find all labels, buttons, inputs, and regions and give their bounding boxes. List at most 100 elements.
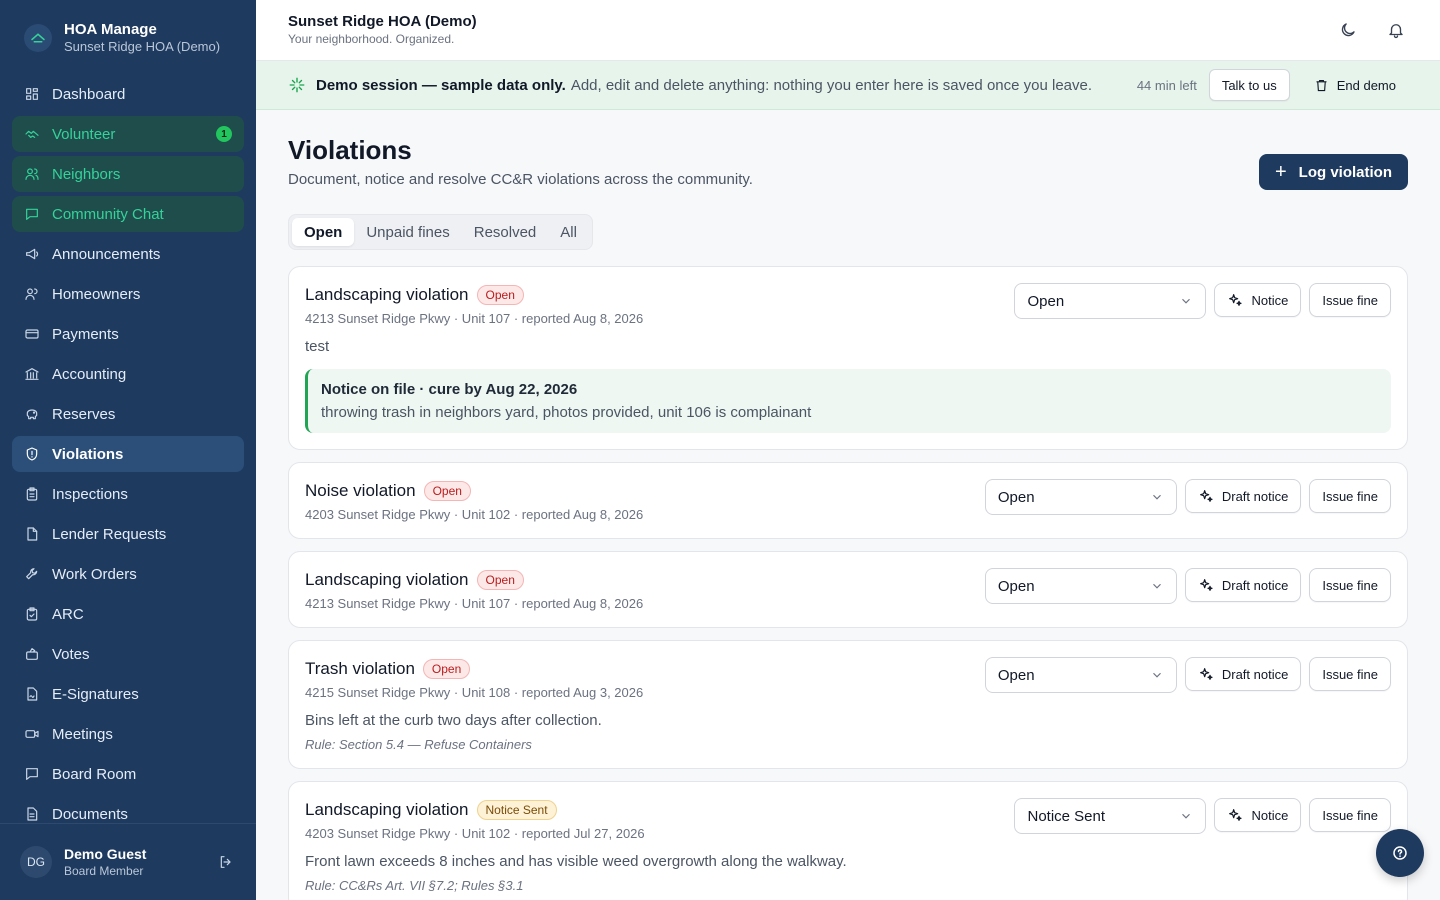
- logout-icon[interactable]: [216, 852, 236, 872]
- sidebar-item-lender-requests[interactable]: Lender Requests: [12, 516, 244, 552]
- sidebar-item-label: Neighbors: [52, 165, 121, 183]
- sidebar-item-meetings[interactable]: Meetings: [12, 716, 244, 752]
- status-select[interactable]: Open: [984, 479, 1177, 515]
- status-select-value: Open: [1027, 292, 1065, 310]
- status-select-value: Notice Sent: [1027, 807, 1106, 825]
- header-subtitle: Your neighborhood. Organized.: [288, 32, 455, 46]
- draft-notice-button[interactable]: Draft notice: [1184, 657, 1302, 691]
- issue-fine-button[interactable]: Issue fine: [1309, 798, 1391, 832]
- tab-open[interactable]: Open: [292, 218, 355, 246]
- document-icon: [24, 806, 40, 822]
- bell-icon[interactable]: [1384, 18, 1408, 42]
- log-violation-button[interactable]: + Log violation: [1258, 154, 1408, 190]
- violation-description: Bins left at the curb two days after col…: [305, 712, 602, 729]
- status-select[interactable]: Open: [984, 568, 1177, 604]
- sidebar-item-label: Announcements: [52, 245, 161, 263]
- sidebar-item-label: Reserves: [52, 405, 116, 423]
- sidebar-item-work-orders[interactable]: Work Orders: [12, 556, 244, 592]
- violation-card: Landscaping violation Notice Sent 4203 S…: [288, 781, 1408, 900]
- end-demo-button[interactable]: End demo: [1302, 69, 1408, 101]
- ballot-icon: [24, 646, 40, 662]
- sidebar-item-label: Community Chat: [52, 205, 164, 223]
- violation-meta: 4213 Sunset Ridge Pkwy · Unit 107 · repo…: [305, 596, 644, 611]
- notification-badge: 1: [216, 126, 232, 142]
- end-demo-label: End demo: [1336, 77, 1396, 93]
- violation-title: Landscaping violation: [305, 570, 469, 589]
- tab-unpaid-fines[interactable]: Unpaid fines: [354, 218, 461, 246]
- issue-fine-button[interactable]: Issue fine: [1309, 283, 1391, 317]
- issue-fine-button[interactable]: Issue fine: [1309, 657, 1391, 691]
- sidebar-item-board-room[interactable]: Board Room: [12, 756, 244, 792]
- sidebar-item-homeowners[interactable]: Homeowners: [12, 276, 244, 312]
- clipboard-icon: [24, 486, 40, 502]
- sidebar-item-reserves[interactable]: Reserves: [12, 396, 244, 432]
- top-header: Sunset Ridge HOA (Demo) Your neighborhoo…: [256, 0, 1440, 61]
- sidebar-nav: Dashboard Volunteer 1 Neighbors Communit…: [0, 76, 256, 832]
- notice-button[interactable]: Notice: [1214, 798, 1302, 832]
- violation-description: Front lawn exceeds 8 inches and has visi…: [305, 853, 847, 870]
- sidebar-item-dashboard[interactable]: Dashboard: [12, 76, 244, 112]
- sparkle-icon: [1199, 668, 1213, 680]
- sidebar-item-arc[interactable]: ARC: [12, 596, 244, 632]
- draft-notice-button[interactable]: Draft notice: [1184, 479, 1302, 513]
- users-icon: [24, 166, 40, 182]
- brand-title: HOA Manage: [64, 21, 157, 38]
- brand-subtitle: Sunset Ridge HOA (Demo): [64, 39, 221, 54]
- notice-title: Notice on file · cure by Aug 22, 2026: [321, 381, 578, 398]
- sidebar-item-payments[interactable]: Payments: [12, 316, 244, 352]
- sidebar-item-label: ARC: [52, 605, 84, 623]
- main-content: Violations Document, notice and resolve …: [288, 110, 1408, 900]
- sidebar-item-community-chat[interactable]: Community Chat: [12, 196, 244, 232]
- file-icon: [24, 526, 40, 542]
- moon-icon[interactable]: [1336, 18, 1360, 42]
- violation-card: Landscaping violation Open 4213 Sunset R…: [288, 551, 1408, 628]
- chevron-down-icon: [1150, 579, 1164, 593]
- help-button[interactable]: [1376, 829, 1424, 877]
- status-select[interactable]: Open: [984, 657, 1177, 693]
- grid-icon: [24, 86, 40, 102]
- trash-icon: [1316, 79, 1327, 91]
- sidebar-item-votes[interactable]: Votes: [12, 636, 244, 672]
- talk-to-us-button[interactable]: Talk to us: [1208, 69, 1290, 101]
- sidebar-item-e-signatures[interactable]: E-Signatures: [12, 676, 244, 712]
- notice-button-label: Notice: [1251, 292, 1289, 308]
- status-select[interactable]: Open: [1014, 283, 1207, 319]
- status-select-value: Open: [997, 488, 1035, 506]
- filter-tabs: Open Unpaid fines Resolved All: [288, 214, 593, 250]
- issue-fine-button[interactable]: Issue fine: [1309, 479, 1391, 513]
- status-select[interactable]: Notice Sent: [1014, 798, 1207, 834]
- sidebar-item-inspections[interactable]: Inspections: [12, 476, 244, 512]
- sidebar-item-label: Inspections: [52, 485, 128, 503]
- sidebar-item-neighbors[interactable]: Neighbors: [12, 156, 244, 192]
- sidebar-item-volunteer[interactable]: Volunteer 1: [12, 116, 244, 152]
- status-badge: Open: [476, 285, 524, 305]
- notice-button[interactable]: Notice: [1214, 283, 1302, 317]
- sidebar-item-label: E-Signatures: [52, 685, 139, 703]
- status-select-value: Open: [997, 666, 1035, 684]
- page-subtitle: Document, notice and resolve CC&R violat…: [288, 171, 753, 188]
- plus-icon: +: [1274, 160, 1287, 183]
- sidebar-item-announcements[interactable]: Announcements: [12, 236, 244, 272]
- sidebar-item-violations[interactable]: Violations: [12, 436, 244, 472]
- header-title: Sunset Ridge HOA (Demo): [288, 13, 477, 30]
- sparkle-icon: [1229, 809, 1243, 821]
- violation-rule: Rule: Section 5.4 — Refuse Containers: [305, 737, 532, 752]
- avatar[interactable]: DG: [20, 846, 52, 878]
- sidebar-item-accounting[interactable]: Accounting: [12, 356, 244, 392]
- sidebar-item-label: Board Room: [52, 765, 137, 783]
- issue-fine-button[interactable]: Issue fine: [1309, 568, 1391, 602]
- notice-on-file: Notice on file · cure by Aug 22, 2026 th…: [305, 369, 1391, 433]
- chevron-down-icon: [1179, 809, 1193, 823]
- user-role: Board Member: [64, 864, 144, 878]
- sidebar-item-label: Work Orders: [52, 565, 137, 583]
- status-select-value: Open: [997, 577, 1035, 595]
- tab-all[interactable]: All: [548, 218, 589, 246]
- page-title: Violations: [288, 135, 412, 165]
- sidebar-item-label: Lender Requests: [52, 525, 167, 543]
- draft-notice-button[interactable]: Draft notice: [1184, 568, 1302, 602]
- chevron-down-icon: [1150, 668, 1164, 682]
- brand[interactable]: HOA Manage Sunset Ridge HOA (Demo): [0, 0, 256, 76]
- logo-icon: [24, 24, 52, 52]
- clipboard-check-icon: [24, 606, 40, 622]
- tab-resolved[interactable]: Resolved: [462, 218, 549, 246]
